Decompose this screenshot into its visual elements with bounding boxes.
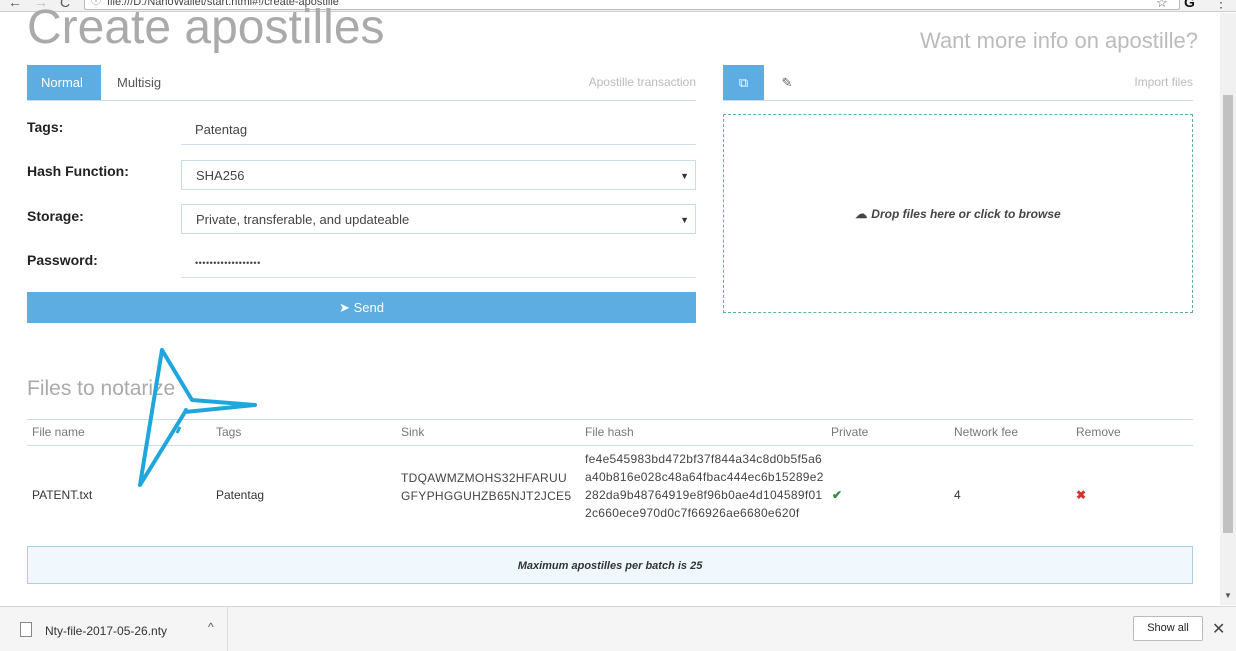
col-file-hash: File hash	[585, 425, 634, 439]
file-source-tabs: ⧉ ✎ Import files	[723, 65, 1193, 101]
mode-tabs: Normal Multisig Apostille transaction	[27, 65, 696, 101]
hash-function-label: Hash Function:	[27, 163, 129, 179]
scroll-down-icon[interactable]: ▼	[1224, 591, 1232, 600]
page-title: Create apostilles	[27, 1, 385, 54]
scrollbar-thumb[interactable]	[1223, 95, 1233, 533]
cloud-upload-icon: ☁	[855, 206, 868, 221]
file-icon	[20, 622, 32, 637]
sink-cell: TDQAWMZMOHS32HFARUUGFYPHGGUHZB65NJT2JCE5	[401, 471, 572, 503]
apostille-info-link[interactable]: Want more info on apostille?	[920, 28, 1198, 54]
download-item[interactable]: Nty-file-2017-05-26.nty ^	[0, 607, 228, 651]
browser-menu-icon[interactable]: ⋮	[1214, 0, 1228, 11]
page-scrollbar[interactable]: ▼	[1220, 13, 1236, 605]
close-icon[interactable]: ✕	[1212, 619, 1225, 639]
file-name-cell: PATENT.txt	[32, 488, 93, 502]
tab-multisig[interactable]: Multisig	[103, 65, 175, 100]
batch-limit-note: Maximum apostilles per batch is 25	[27, 546, 1193, 584]
col-network-fee: Network fee	[954, 425, 1019, 439]
hash-function-value: SHA256	[196, 168, 245, 183]
storage-label: Storage:	[27, 208, 84, 224]
file-hash-cell: fe4e545983bd472bf37f844a34c8d0b5f5a6a40b…	[585, 452, 824, 520]
col-sink: Sink	[401, 425, 425, 439]
dropdown-caret-icon: ▼	[680, 215, 689, 225]
dropdown-caret-icon: ▼	[680, 171, 689, 181]
password-label: Password:	[27, 252, 98, 268]
extension-icon[interactable]: G	[1184, 0, 1195, 10]
edit-icon[interactable]: ✎	[767, 65, 807, 100]
network-fee-cell: 4	[954, 488, 961, 502]
send-button[interactable]: ➤ Send	[27, 292, 696, 323]
chevron-up-icon[interactable]: ^	[208, 620, 214, 634]
download-file-name[interactable]: Nty-file-2017-05-26.nty	[45, 624, 167, 638]
copy-files-icon[interactable]: ⧉	[723, 65, 764, 100]
tags-cell: Patentag	[216, 488, 265, 502]
col-file-name: File name	[32, 425, 85, 439]
storage-select[interactable]: Private, transferable, and updateable ▼	[181, 204, 696, 234]
tags-input[interactable]: Patentag	[181, 115, 696, 145]
col-private: Private	[831, 425, 869, 439]
tab-normal[interactable]: Normal	[27, 65, 101, 100]
bookmark-star-icon[interactable]: ☆	[1156, 0, 1168, 11]
show-all-button[interactable]: Show all	[1133, 616, 1203, 641]
send-label: Send	[353, 300, 384, 315]
private-check-icon: ✔	[832, 488, 843, 502]
file-dropzone[interactable]: ☁ Drop files here or click to browse	[723, 114, 1193, 313]
back-icon[interactable]: ←	[8, 0, 22, 10]
paper-plane-icon: ➤	[339, 300, 350, 315]
tags-label: Tags:	[27, 119, 64, 135]
import-files-link[interactable]: Import files	[1134, 65, 1193, 100]
dropzone-text: Drop files here or click to browse	[871, 206, 1061, 221]
remove-icon[interactable]: ✖	[1076, 488, 1086, 502]
apostille-transaction-link[interactable]: Apostille transaction	[589, 65, 696, 100]
cursor-arrow-annotation-icon	[138, 348, 257, 487]
storage-value: Private, transferable, and updateable	[196, 212, 410, 227]
password-input[interactable]: ••••••••••••••••••	[181, 248, 696, 278]
hash-function-select[interactable]: SHA256 ▼	[181, 160, 696, 190]
col-remove: Remove	[1076, 425, 1121, 439]
download-shelf: Nty-file-2017-05-26.nty ^ Show all ✕	[0, 606, 1236, 651]
